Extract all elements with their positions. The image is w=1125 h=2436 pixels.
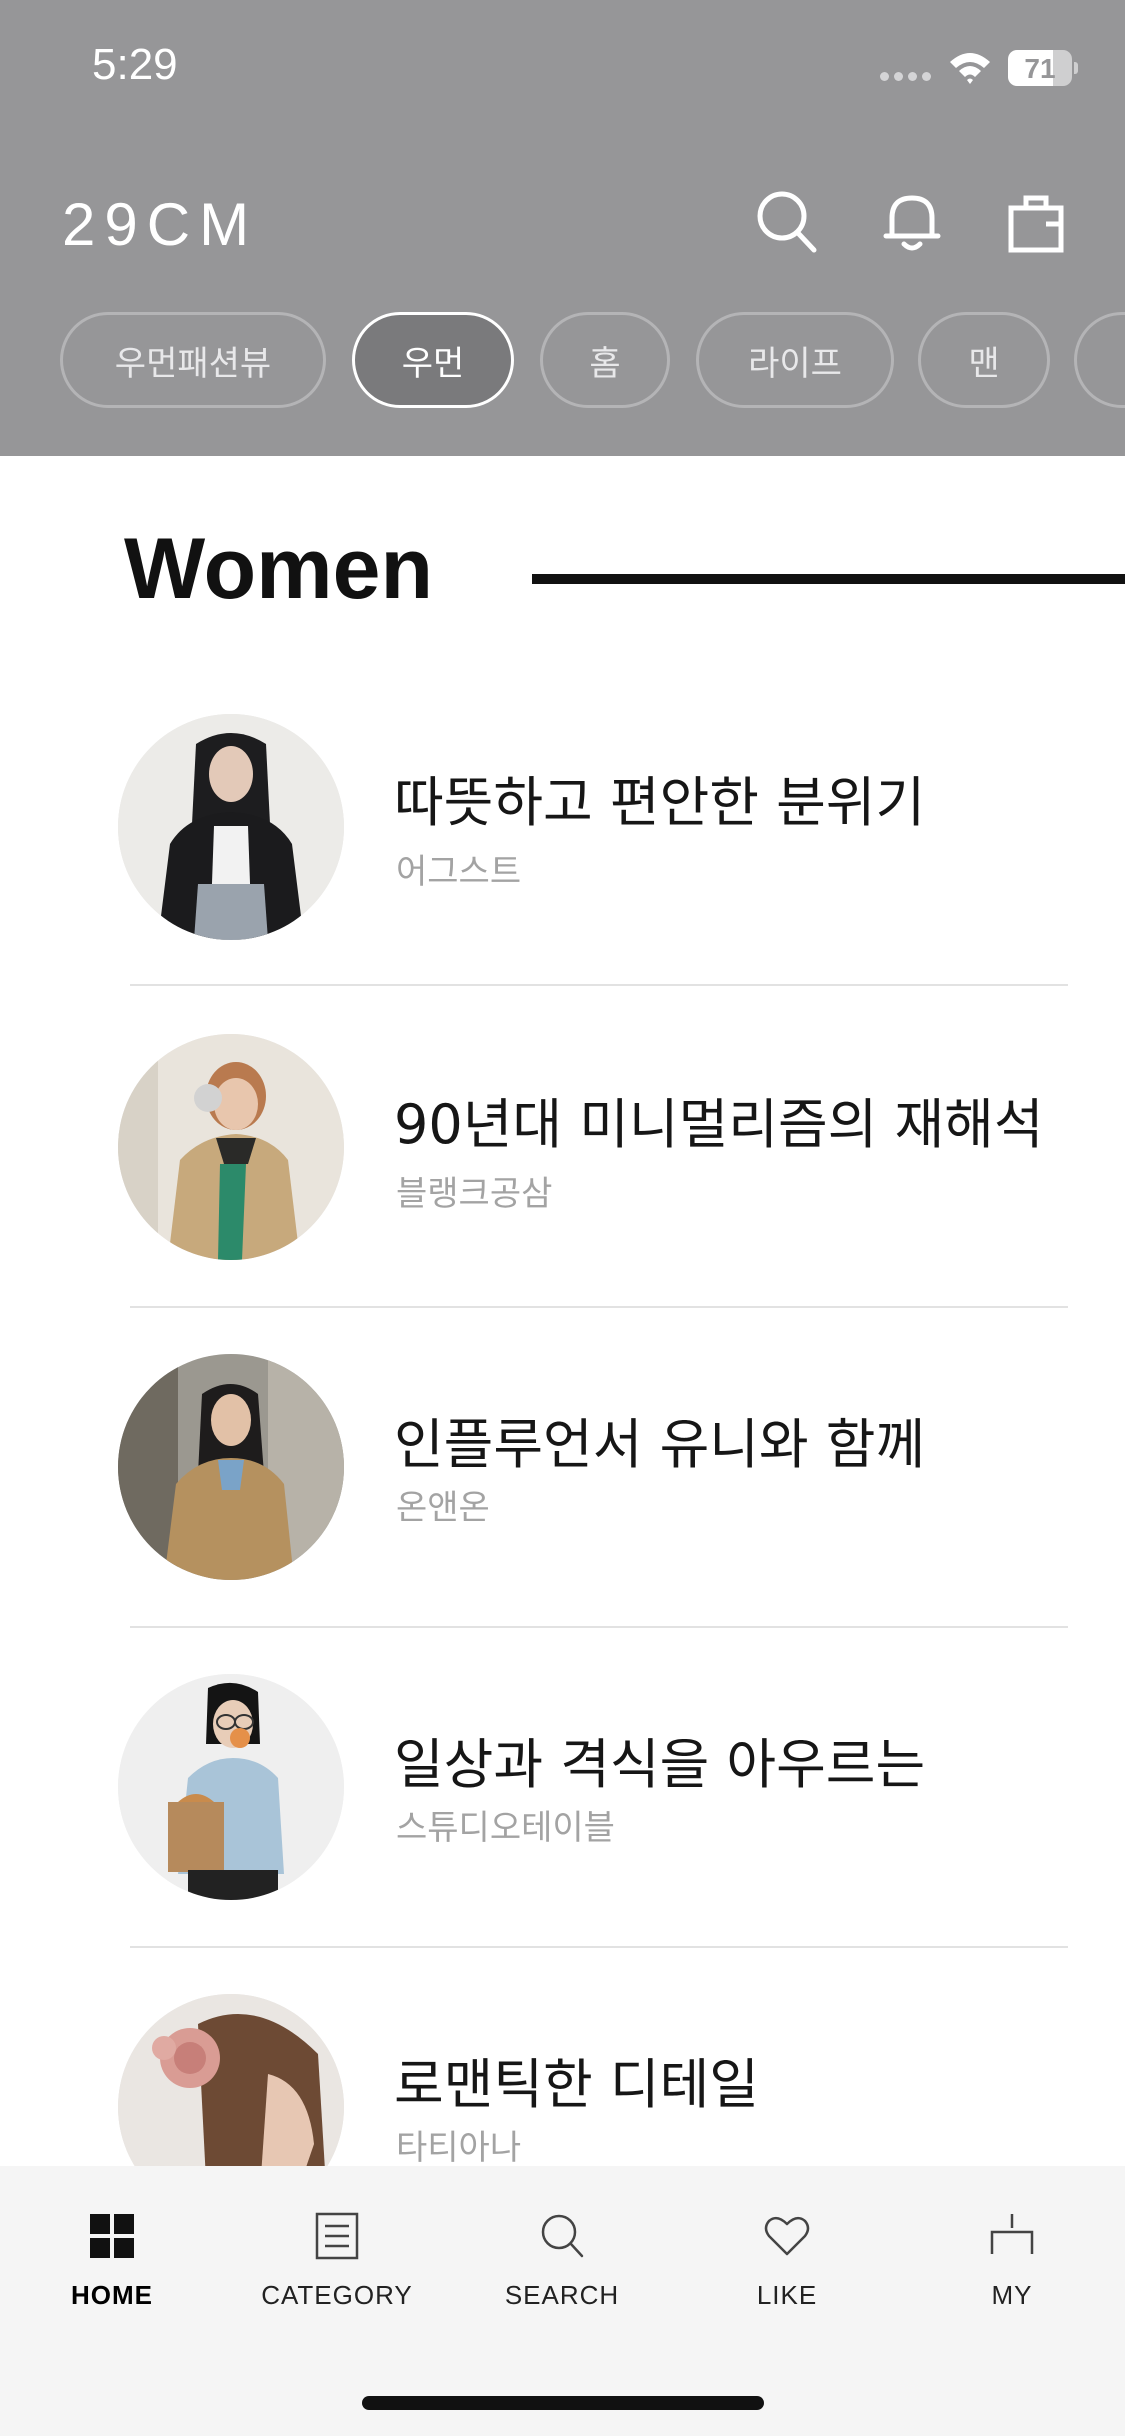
tab-overflow[interactable] xyxy=(1074,312,1125,408)
tab-label: 우먼 xyxy=(401,343,465,384)
brand-logo[interactable]: 29CM xyxy=(62,190,258,259)
item-brand: 블랭크공삼 xyxy=(396,1174,553,1214)
item-title: 로맨틱한 디테일 xyxy=(394,2053,759,2116)
section-title-rule xyxy=(532,574,1125,584)
item-brand: 온앤온 xyxy=(396,1488,490,1528)
cellular-signal-icon xyxy=(880,72,934,82)
status-bar: 5:29 71 xyxy=(0,0,1125,140)
nav-label: HOME xyxy=(71,2280,153,2310)
list-item[interactable]: 따뜻하고 편안한 분위기 어그스트 xyxy=(0,690,1125,1010)
nav-category[interactable]: CATEGORY xyxy=(237,2206,437,2326)
nav-label: MY xyxy=(991,2280,1033,2310)
home-indicator xyxy=(362,2396,764,2410)
tab-home[interactable]: 홈 xyxy=(540,312,670,408)
list-divider xyxy=(130,984,1068,986)
list-item[interactable]: 90년대 미니멀리즘의 재해석 블랭크공삼 xyxy=(0,1010,1125,1330)
item-thumbnail xyxy=(118,1674,344,1900)
item-title: 90년대 미니멀리즘의 재해석 xyxy=(394,1093,1044,1156)
tab-label: 우먼패션뷰 xyxy=(114,343,272,384)
tab-womens-fashion-view[interactable]: 우먼패션뷰 xyxy=(60,312,326,408)
item-brand: 스튜디오테이블 xyxy=(396,1808,615,1848)
section-title: Women xyxy=(124,521,433,617)
search-icon xyxy=(541,2214,584,2258)
item-thumbnail xyxy=(118,714,344,940)
item-thumbnail xyxy=(118,1354,344,1580)
wifi-icon xyxy=(950,53,990,84)
item-brand: 타티아나 xyxy=(396,2128,522,2168)
nav-my[interactable]: MY xyxy=(912,2206,1112,2326)
nav-label: SEARCH xyxy=(504,2280,620,2310)
battery-icon: 71 xyxy=(1008,50,1078,86)
tab-label: 맨 xyxy=(968,343,1000,384)
heart-icon xyxy=(764,2216,810,2256)
nav-label: CATEGORY xyxy=(261,2280,413,2310)
app-header: 5:29 71 29CM 우먼패션뷰 우먼 홈 라이프 맨 xyxy=(0,0,1125,456)
nav-search[interactable]: SEARCH xyxy=(462,2206,662,2326)
item-brand: 어그스트 xyxy=(396,852,522,892)
category-list-icon xyxy=(315,2212,359,2260)
list-divider xyxy=(130,1626,1068,1628)
tab-label: 홈 xyxy=(589,343,621,384)
shopping-bag-icon[interactable] xyxy=(1004,188,1068,254)
nav-label: LIKE xyxy=(756,2280,818,2310)
tab-men[interactable]: 맨 xyxy=(918,312,1050,408)
item-thumbnail xyxy=(118,1034,344,1260)
item-title: 일상과 격식을 아우르는 xyxy=(394,1733,926,1796)
bell-icon[interactable] xyxy=(880,188,944,254)
nav-home[interactable]: HOME xyxy=(12,2206,212,2326)
my-icon xyxy=(990,2214,1034,2254)
home-grid-icon xyxy=(90,2214,134,2258)
list-divider xyxy=(130,1946,1068,1948)
tab-women[interactable]: 우먼 xyxy=(352,312,514,408)
tab-label: 라이프 xyxy=(748,343,842,384)
tab-life[interactable]: 라이프 xyxy=(696,312,894,408)
status-time: 5:29 xyxy=(92,40,178,89)
item-title: 인플루언서 유니와 함께 xyxy=(394,1413,926,1476)
battery-level: 71 xyxy=(1024,53,1056,84)
category-tabs: 우먼패션뷰 우먼 홈 라이프 맨 xyxy=(0,312,1125,408)
item-title: 따뜻하고 편안한 분위기 xyxy=(394,771,926,834)
list-divider xyxy=(130,1306,1068,1308)
list-item[interactable]: 인플루언서 유니와 함께 온앤온 xyxy=(0,1330,1125,1650)
search-icon[interactable] xyxy=(754,188,818,254)
list-item[interactable]: 일상과 격식을 아우르는 스튜디오테이블 xyxy=(0,1650,1125,1970)
nav-like[interactable]: LIKE xyxy=(687,2206,887,2326)
